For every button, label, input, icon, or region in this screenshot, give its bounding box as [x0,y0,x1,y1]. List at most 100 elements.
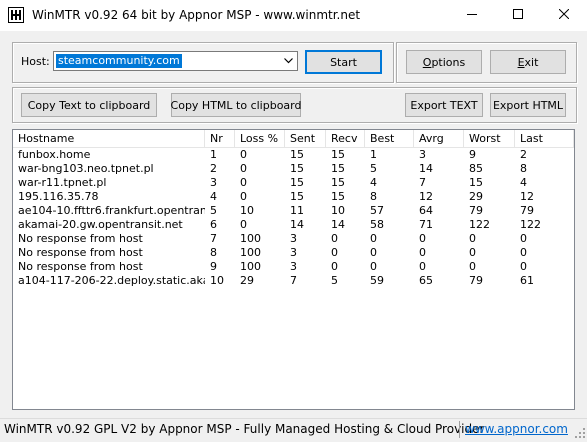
appnor-link[interactable]: www.appnor.com [465,422,568,436]
status-separator [459,421,460,438]
table-cell: No response from host [18,246,143,259]
copy-text-button[interactable]: Copy Text to clipboard [21,93,157,117]
table-cell: 4 [370,176,377,189]
table-cell: 10 [210,274,224,287]
table-row[interactable]: war-r11.tpnet.pl 3 0 15 15 4 7 15 4 [13,176,574,190]
table-cell: 15 [331,190,345,203]
table-cell: No response from host [18,260,143,273]
table-cell: 7 [290,274,297,287]
copy-html-button[interactable]: Copy HTML to clipboard [171,93,301,117]
table-cell: 8 [210,246,217,259]
table-cell: 122 [520,218,541,231]
table-cell: 100 [240,232,261,245]
winmtr-app-icon[interactable] [8,7,24,23]
table-cell: 12 [419,190,433,203]
table-cell: 0 [240,176,247,189]
table-row[interactable]: 195.116.35.78 4 0 15 15 8 12 29 12 [13,190,574,204]
column-header-worst[interactable]: Worst [464,130,515,147]
status-text: WinMTR v0.92 GPL V2 by Appnor MSP - Full… [4,422,485,436]
table-cell: 195.116.35.78 [18,190,99,203]
table-cell: 15 [331,176,345,189]
column-header-avrg[interactable]: Avrg [414,130,464,147]
options-label-rest: ptions [431,55,466,69]
table-cell: 29 [240,274,254,287]
table-cell: war-r11.tpnet.pl [18,176,107,189]
options-button[interactable]: Options [406,50,482,74]
table-cell: 4 [520,176,527,189]
table-cell: 10 [240,204,254,217]
table-cell: 1 [370,148,377,161]
table-row[interactable]: No response from host 9 100 3 0 0 0 0 0 [13,260,574,274]
table-row[interactable]: No response from host 8 100 3 0 0 0 0 0 [13,246,574,260]
table-cell: war-bng103.neo.tpnet.pl [18,162,154,175]
table-cell: 15 [290,148,304,161]
table-row[interactable]: a104-117-206-22.deploy.static.akamaitech… [13,274,574,288]
table-cell: 3 [419,148,426,161]
table-cell: 0 [419,260,426,273]
status-bar: WinMTR v0.92 GPL V2 by Appnor MSP - Full… [0,418,587,440]
exit-label-rest: xit [524,55,539,69]
table-cell: 9 [469,148,476,161]
table-cell: 29 [469,190,483,203]
maximize-button[interactable] [495,0,541,31]
table-cell: 59 [370,274,384,287]
column-header-loss[interactable]: Loss % [235,130,285,147]
host-input-value[interactable]: steamcommunity.com [56,54,182,68]
table-cell: 3 [290,246,297,259]
table-cell: 8 [370,190,377,203]
export-text-button[interactable]: Export TEXT [405,93,483,117]
exit-button[interactable]: Exit [490,50,566,74]
column-header-last[interactable]: Last [515,130,574,147]
start-button[interactable]: Start [305,50,382,74]
table-cell: 5 [331,274,338,287]
table-cell: 79 [469,204,483,217]
table-cell: 14 [331,218,345,231]
column-header-nr[interactable]: Nr [205,130,235,147]
table-cell: 6 [210,218,217,231]
table-cell: funbox.home [18,148,91,161]
table-header: Hostname Nr Loss % Sent Recv Best Avrg Worst Las… [13,130,574,148]
table-cell: 5 [370,162,377,175]
results-table[interactable]: Hostname Nr Loss % Sent Recv Best Avrg Worst Las… [12,129,575,410]
export-html-button[interactable]: Export HTML [490,93,566,117]
options-label: Options [423,56,465,69]
table-cell: 15 [331,162,345,175]
column-header-best[interactable]: Best [365,130,414,147]
minimize-button[interactable] [449,0,495,31]
table-cell: 14 [290,218,304,231]
table-cell: 0 [370,232,377,245]
table-cell: 0 [370,246,377,259]
table-cell: 15 [290,176,304,189]
table-cell: ae104-10.ffttr6.frankfurt.opentransit.ne… [18,204,205,217]
table-cell: 2 [520,148,527,161]
table-row[interactable]: funbox.home 1 0 15 15 1 3 9 2 [13,148,574,162]
resize-grip-icon[interactable] [574,427,586,439]
table-body: funbox.home 1 0 15 15 1 3 9 2 war-bng103.neo.tpne… [13,148,574,288]
title-bar[interactable]: WinMTR v0.92 64 bit by Appnor MSP - www.… [0,0,587,31]
table-cell: 0 [331,260,338,273]
table-cell: 3 [210,176,217,189]
table-cell: 3 [290,232,297,245]
table-cell: 4 [210,190,217,203]
table-cell: 0 [419,246,426,259]
chevron-down-icon[interactable] [280,53,296,69]
table-cell: 0 [520,260,527,273]
table-row[interactable]: ae104-10.ffttr6.frankfurt.opentransit.ne… [13,204,574,218]
table-cell: 61 [520,274,534,287]
table-cell: 58 [370,218,384,231]
window-title: WinMTR v0.92 64 bit by Appnor MSP - www.… [32,8,361,22]
table-row[interactable]: war-bng103.neo.tpnet.pl 2 0 15 15 5 14 85 8 [13,162,574,176]
table-cell: 71 [419,218,433,231]
table-cell: 3 [290,260,297,273]
table-row[interactable]: akamai-20.gw.opentransit.net 6 0 14 14 58 71 12… [13,218,574,232]
table-cell: 57 [370,204,384,217]
close-button[interactable] [541,0,587,31]
column-header-recv[interactable]: Recv [326,130,365,147]
table-cell: 15 [469,176,483,189]
table-row[interactable]: No response from host 7 100 3 0 0 0 0 0 [13,232,574,246]
column-header-sent[interactable]: Sent [285,130,326,147]
column-header-hostname[interactable]: Hostname [13,130,205,147]
host-combobox[interactable]: steamcommunity.com [53,51,298,71]
host-label: Host: [21,55,50,68]
table-cell: 0 [469,260,476,273]
